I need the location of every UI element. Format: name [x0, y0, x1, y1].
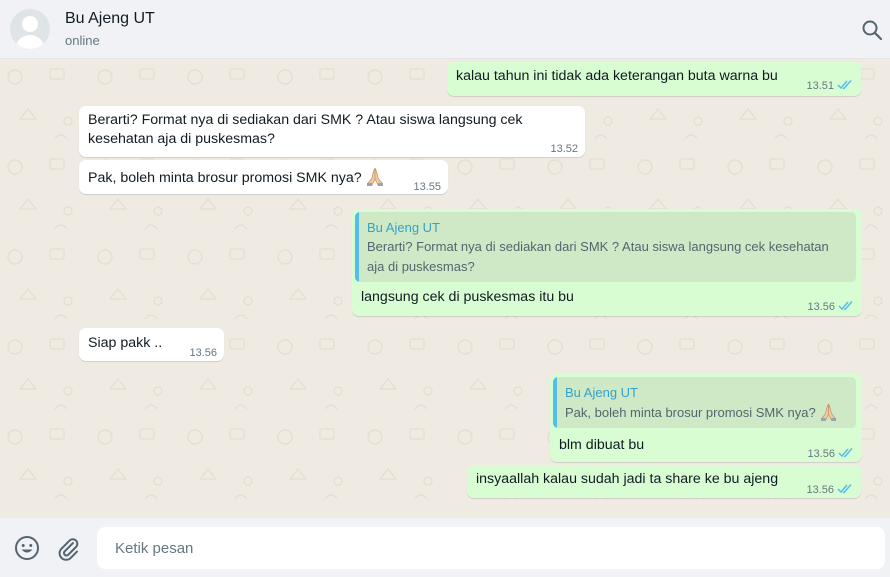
- quoted-message[interactable]: Bu Ajeng UT Berarti? Format nya di sedia…: [355, 212, 856, 282]
- avatar-body-shape: [15, 35, 45, 49]
- message-meta: 13.56: [807, 298, 854, 317]
- message-text: kalau tahun ini tidak ada keterangan but…: [456, 68, 778, 84]
- double-check-icon: [837, 484, 852, 494]
- message-time: 13.51: [806, 80, 834, 92]
- folded-hands-icon: [820, 403, 836, 421]
- avatar-head-shape: [22, 16, 38, 32]
- quote-accent-bar: [355, 212, 359, 282]
- contact-status: online: [65, 33, 100, 48]
- message-outgoing-reply[interactable]: Bu Ajeng UT Pak, boleh minta brosur prom…: [550, 374, 862, 462]
- message-time: 13.52: [550, 143, 578, 155]
- double-check-icon: [837, 80, 852, 90]
- message-text: Berarti? Format nya di sediakan dari SMK…: [88, 112, 523, 147]
- message-time: 13.56: [807, 448, 835, 460]
- smiley-icon[interactable]: [14, 535, 40, 561]
- message-outgoing-reply[interactable]: Bu Ajeng UT Berarti? Format nya di sedia…: [352, 209, 862, 316]
- message-text: Siap pakk ..: [88, 335, 163, 351]
- search-icon[interactable]: [860, 18, 884, 42]
- quoted-message[interactable]: Bu Ajeng UT Pak, boleh minta brosur prom…: [553, 377, 856, 428]
- double-check-icon: [838, 448, 853, 458]
- avatar[interactable]: [10, 9, 50, 49]
- quote-accent-bar: [553, 377, 557, 428]
- message-time: 13.56: [807, 301, 835, 313]
- message-incoming[interactable]: Berarti? Format nya di sediakan dari SMK…: [79, 106, 585, 157]
- message-text: Pak, boleh minta brosur promosi SMK nya?: [88, 166, 384, 188]
- message-meta: 13.51: [806, 77, 853, 96]
- quoted-text: Berarti? Format nya di sediakan dari SMK…: [367, 239, 829, 274]
- double-check-icon: [838, 301, 853, 311]
- chat-area[interactable]: kalau tahun ini tidak ada keterangan but…: [0, 59, 890, 518]
- message-incoming[interactable]: Pak, boleh minta brosur promosi SMK nya?…: [79, 160, 448, 194]
- quoted-author: Bu Ajeng UT: [565, 385, 638, 400]
- message-text: blm dibuat bu: [559, 437, 645, 453]
- composer-bar: [0, 518, 890, 577]
- message-text: langsung cek di puskesmas itu bu: [361, 289, 574, 305]
- quoted-text-content: Pak, boleh minta brosur promosi SMK nya?: [565, 405, 816, 420]
- message-time: 13.56: [189, 347, 217, 359]
- message-meta: 13.56: [806, 481, 853, 500]
- message-outgoing[interactable]: kalau tahun ini tidak ada keterangan but…: [447, 62, 861, 96]
- folded-hands-icon: [366, 167, 383, 186]
- message-meta: 13.56: [807, 445, 854, 464]
- message-input[interactable]: [97, 527, 885, 569]
- message-outgoing[interactable]: insyaallah kalau sudah jadi ta share ke …: [467, 465, 861, 498]
- paperclip-icon[interactable]: [55, 535, 81, 561]
- contact-name[interactable]: Bu Ajeng UT: [65, 10, 155, 28]
- chat-header: Bu Ajeng UT online: [0, 0, 890, 59]
- message-incoming[interactable]: Siap pakk .. 13.56: [79, 328, 224, 361]
- message-text-content: Pak, boleh minta brosur promosi SMK nya?: [88, 170, 362, 186]
- quoted-author: Bu Ajeng UT: [367, 220, 440, 235]
- message-text: insyaallah kalau sudah jadi ta share ke …: [476, 471, 779, 487]
- message-time: 13.56: [806, 484, 834, 496]
- quoted-text: Pak, boleh minta brosur promosi SMK nya?: [565, 402, 837, 423]
- message-time: 13.55: [413, 181, 441, 193]
